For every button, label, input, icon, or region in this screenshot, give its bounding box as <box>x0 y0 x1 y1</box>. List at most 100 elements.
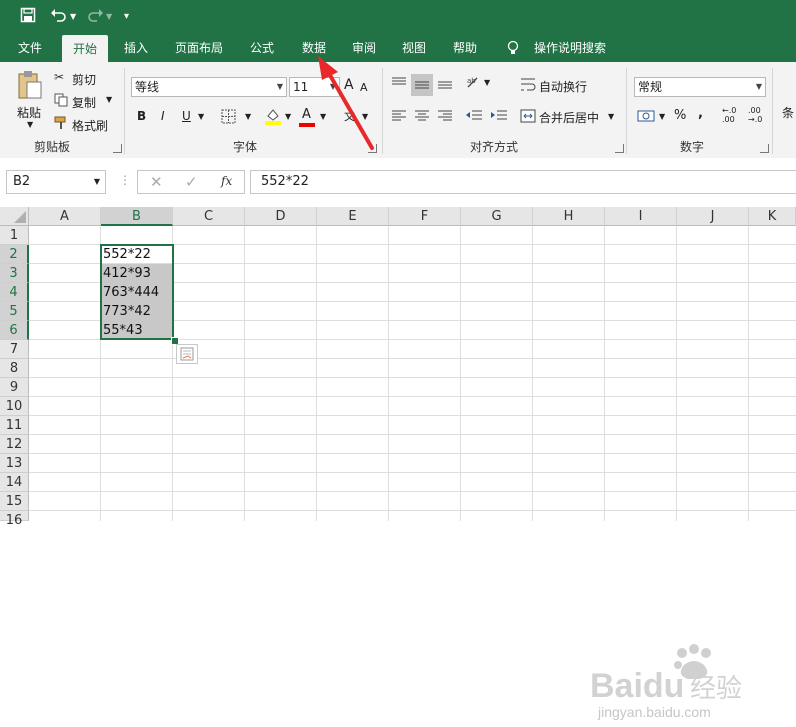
column-header[interactable]: K <box>749 207 796 226</box>
border-dropdown-icon[interactable]: ▼ <box>245 112 251 121</box>
formula-input[interactable]: 552*22 <box>250 170 796 194</box>
copy-icon[interactable] <box>54 93 68 110</box>
number-format-select[interactable]: 常规 ▼ <box>634 77 766 97</box>
row-header[interactable]: 15 <box>0 492 29 511</box>
tab-help[interactable]: 帮助 <box>445 34 485 62</box>
row-header[interactable]: 9 <box>0 378 29 397</box>
row-header[interactable]: 1 <box>0 226 29 245</box>
border-icon[interactable] <box>221 109 236 127</box>
redo-icon[interactable] <box>86 7 104 29</box>
column-header[interactable]: F <box>389 207 461 226</box>
orientation-dropdown-icon[interactable]: ▼ <box>484 78 490 87</box>
worksheet-grid[interactable]: A B C D E F G H I J K 1 2 3 4 5 6 7 8 9 … <box>0 207 796 720</box>
tab-formulas[interactable]: 公式 <box>242 34 282 62</box>
cancel-icon[interactable]: ✕ <box>150 173 163 191</box>
align-middle-button[interactable] <box>411 74 433 96</box>
enter-icon[interactable]: ✓ <box>185 173 198 191</box>
font-color-button[interactable]: A <box>302 107 311 122</box>
copy-dropdown-icon[interactable]: ▼ <box>106 95 112 104</box>
row-header[interactable]: 7 <box>0 340 29 359</box>
conditional-format-label[interactable]: 条 <box>782 104 794 121</box>
redo-dropdown-icon[interactable]: ▼ <box>106 7 112 27</box>
decrease-font-icon[interactable]: A <box>360 81 368 94</box>
cell-b2[interactable]: 552*22 <box>101 245 173 264</box>
tab-file[interactable]: 文件 <box>8 34 52 62</box>
fill-color-dropdown-icon[interactable]: ▼ <box>285 112 291 121</box>
font-name-select[interactable]: 等线 ▼ <box>131 77 287 97</box>
column-header[interactable]: J <box>677 207 749 226</box>
tab-review[interactable]: 审阅 <box>344 34 384 62</box>
row-header[interactable]: 2 <box>0 245 29 264</box>
row-header[interactable]: 11 <box>0 416 29 435</box>
phonetic-icon[interactable]: 文 <box>344 108 355 124</box>
customize-toolbar-icon[interactable]: ▾ <box>124 7 129 27</box>
row-header[interactable]: 12 <box>0 435 29 454</box>
undo-icon[interactable] <box>50 7 68 29</box>
row-header[interactable]: 16 <box>0 511 29 528</box>
align-bottom-icon[interactable] <box>437 76 453 93</box>
orientation-icon[interactable]: ab <box>465 74 481 93</box>
paste-dropdown-icon[interactable]: ▼ <box>27 120 33 129</box>
column-header[interactable]: B <box>101 207 173 226</box>
column-header[interactable]: I <box>605 207 677 226</box>
row-header[interactable]: 4 <box>0 283 29 302</box>
row-header[interactable]: 5 <box>0 302 29 321</box>
wrap-text-button[interactable]: 自动换行 <box>539 78 587 95</box>
percent-button[interactable]: % <box>674 108 686 123</box>
tell-me-search[interactable]: 操作说明搜索 <box>530 34 610 62</box>
paste-icon[interactable] <box>16 70 44 105</box>
tab-view[interactable]: 视图 <box>394 34 434 62</box>
bold-button[interactable]: B <box>137 109 146 123</box>
cell-b4[interactable]: 763*444 <box>101 283 173 302</box>
cell-b5[interactable]: 773*42 <box>101 302 173 321</box>
align-top-icon[interactable] <box>391 76 407 93</box>
merge-dropdown-icon[interactable]: ▼ <box>608 112 614 121</box>
splitter-dots-icon[interactable]: ⋮ <box>119 173 131 187</box>
decrease-decimal-button[interactable]: .00 →.0 <box>748 106 762 124</box>
underline-button[interactable]: U <box>182 109 191 123</box>
align-left-icon[interactable] <box>391 108 407 125</box>
alignment-launcher-icon[interactable] <box>615 144 624 153</box>
cell-b3[interactable]: 412*93 <box>101 264 173 283</box>
cut-icon[interactable]: ✂ <box>54 70 64 84</box>
merge-center-button[interactable]: 合并后居中 <box>539 109 599 126</box>
cell-b6[interactable]: 55*43 <box>101 321 173 340</box>
font-launcher-icon[interactable] <box>368 144 377 153</box>
select-all-button[interactable] <box>0 207 29 226</box>
increase-decimal-button[interactable]: ←.0.00 <box>722 106 736 124</box>
currency-dropdown-icon[interactable]: ▼ <box>659 112 665 121</box>
italic-button[interactable]: I <box>161 109 165 123</box>
column-header[interactable]: D <box>245 207 317 226</box>
clipboard-launcher-icon[interactable] <box>113 144 122 153</box>
fill-color-icon[interactable] <box>264 107 282 128</box>
format-painter-icon[interactable] <box>54 116 68 133</box>
paste-label[interactable]: 粘贴 <box>17 104 41 121</box>
quick-analysis-icon[interactable] <box>176 344 198 364</box>
align-center-icon[interactable] <box>414 108 430 125</box>
tab-page-layout[interactable]: 页面布局 <box>168 34 230 62</box>
column-header[interactable]: C <box>173 207 245 226</box>
tab-home[interactable]: 开始 <box>62 35 108 62</box>
row-header[interactable]: 6 <box>0 321 29 340</box>
phonetic-dropdown-icon[interactable]: ▼ <box>362 112 368 121</box>
increase-font-icon[interactable]: A <box>344 77 354 93</box>
decrease-indent-icon[interactable] <box>465 108 483 125</box>
increase-indent-icon[interactable] <box>490 108 508 125</box>
save-icon[interactable] <box>20 7 36 29</box>
row-header[interactable]: 10 <box>0 397 29 416</box>
column-header[interactable]: A <box>29 207 101 226</box>
font-color-dropdown-icon[interactable]: ▼ <box>320 112 326 121</box>
undo-dropdown-icon[interactable]: ▼ <box>70 7 76 27</box>
row-header[interactable]: 13 <box>0 454 29 473</box>
comma-button[interactable]: , <box>698 106 703 121</box>
column-header[interactable]: E <box>317 207 389 226</box>
row-header[interactable]: 14 <box>0 473 29 492</box>
tab-data[interactable]: 数据 <box>294 34 334 62</box>
number-launcher-icon[interactable] <box>760 144 769 153</box>
format-painter-button[interactable]: 格式刷 <box>72 117 108 134</box>
copy-button[interactable]: 复制 <box>72 94 96 111</box>
align-right-icon[interactable] <box>437 108 453 125</box>
row-header[interactable]: 8 <box>0 359 29 378</box>
insert-function-button[interactable]: fx <box>221 174 232 188</box>
cut-button[interactable]: 剪切 <box>72 71 96 88</box>
